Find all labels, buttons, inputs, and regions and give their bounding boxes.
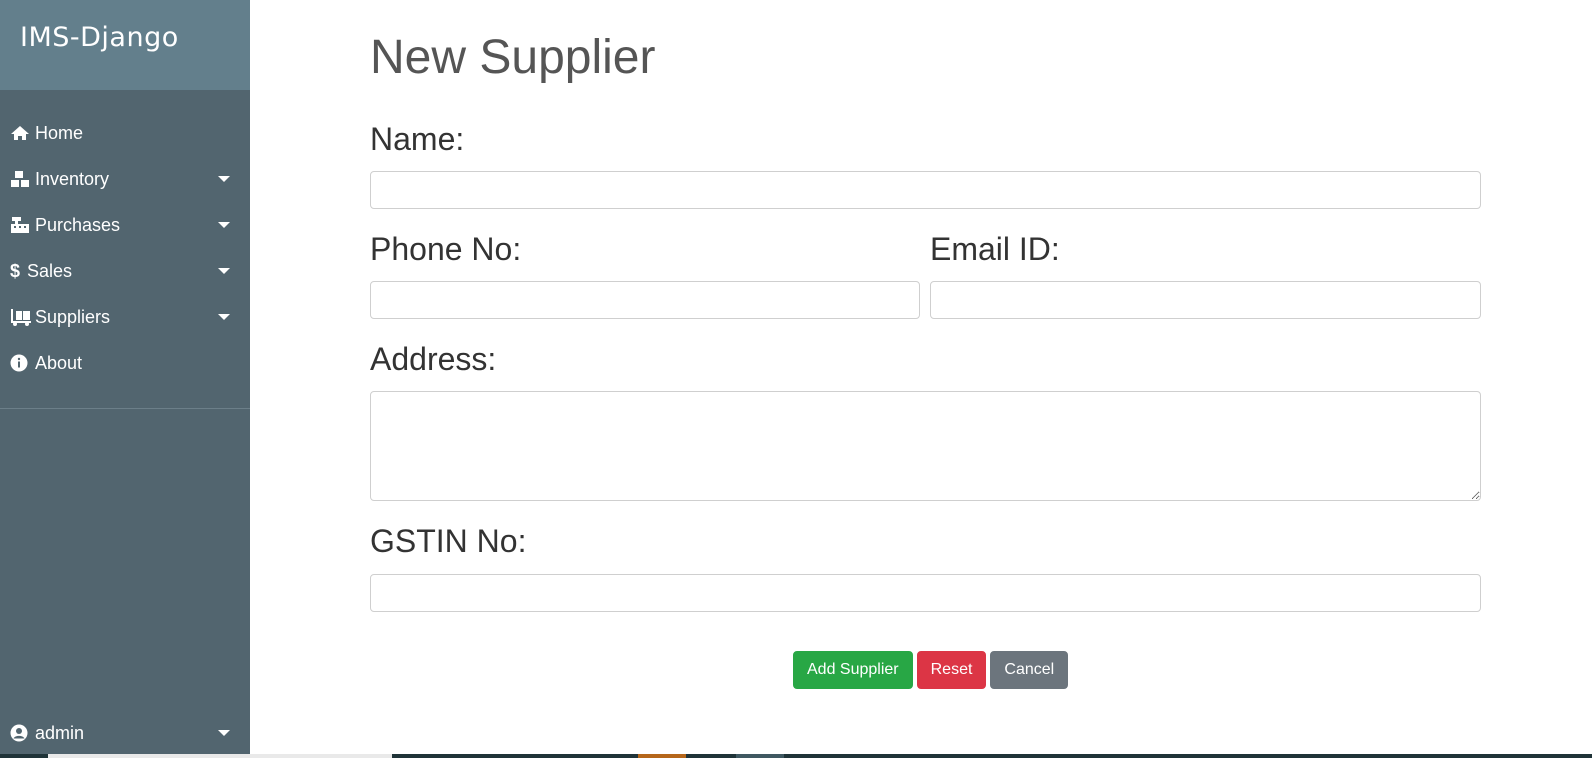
user-circle-icon xyxy=(10,724,32,742)
chevron-down-icon xyxy=(218,222,230,228)
cancel-button[interactable]: Cancel xyxy=(990,651,1069,689)
chevron-down-icon xyxy=(218,314,230,320)
boxes-icon xyxy=(10,170,32,188)
phone-field[interactable] xyxy=(370,281,920,319)
add-supplier-button[interactable]: Add Supplier xyxy=(793,651,913,689)
info-circle-icon xyxy=(10,354,32,372)
sidebar-item-label: Sales xyxy=(27,260,73,281)
app-window: IMS-Django Home Inventory Purchases $ Sa… xyxy=(0,0,1592,758)
gstin-field[interactable] xyxy=(370,574,1481,612)
sidebar-item-label: About xyxy=(35,352,83,373)
brand-header: IMS-Django xyxy=(0,0,250,90)
sidebar-item-suppliers[interactable]: Suppliers xyxy=(0,294,250,340)
taskbar-segment xyxy=(736,754,784,758)
email-label: Email ID: xyxy=(930,231,1060,267)
address-field[interactable] xyxy=(370,391,1481,501)
sidebar-item-home[interactable]: Home xyxy=(0,110,250,156)
name-label: Name: xyxy=(370,121,465,157)
phone-label: Phone No: xyxy=(370,231,522,267)
page-title: New Supplier xyxy=(370,31,656,84)
taskbar-segment xyxy=(48,754,392,758)
sidebar-item-inventory[interactable]: Inventory xyxy=(0,156,250,202)
reset-button[interactable]: Reset xyxy=(916,651,987,689)
home-icon xyxy=(10,124,32,142)
sidebar-divider xyxy=(0,408,250,409)
dollar-icon: $ xyxy=(10,260,21,281)
sidebar-item-label: Suppliers xyxy=(35,306,111,327)
chevron-down-icon xyxy=(218,268,230,274)
gstin-label: GSTIN No: xyxy=(370,523,527,559)
sidebar-item-label: Purchases xyxy=(35,214,121,235)
dolly-icon xyxy=(10,308,32,326)
brand-logo[interactable]: IMS-Django xyxy=(20,22,179,53)
sidebar-item-label: Home xyxy=(35,122,84,143)
chevron-down-icon xyxy=(218,730,230,736)
cash-register-icon xyxy=(10,216,32,234)
sidebar-item-sales[interactable]: $ Sales xyxy=(0,248,250,294)
user-menu[interactable]: admin xyxy=(0,710,250,756)
sidebar-item-about[interactable]: About xyxy=(0,340,250,386)
sidebar-item-purchases[interactable]: Purchases xyxy=(0,202,250,248)
name-field[interactable] xyxy=(370,171,1481,209)
sidebar: IMS-Django Home Inventory Purchases $ Sa… xyxy=(0,0,250,758)
sidebar-item-label: Inventory xyxy=(35,168,110,189)
email-field[interactable] xyxy=(930,281,1481,319)
chevron-down-icon xyxy=(218,176,230,182)
user-name: admin xyxy=(35,722,85,743)
taskbar-segment xyxy=(638,754,686,758)
sidebar-nav: Home Inventory Purchases $ Sales Supplie… xyxy=(0,110,250,386)
taskbar-strip xyxy=(0,754,1592,758)
form-actions: Add Supplier Reset Cancel xyxy=(793,651,1069,689)
address-label: Address: xyxy=(370,341,497,377)
